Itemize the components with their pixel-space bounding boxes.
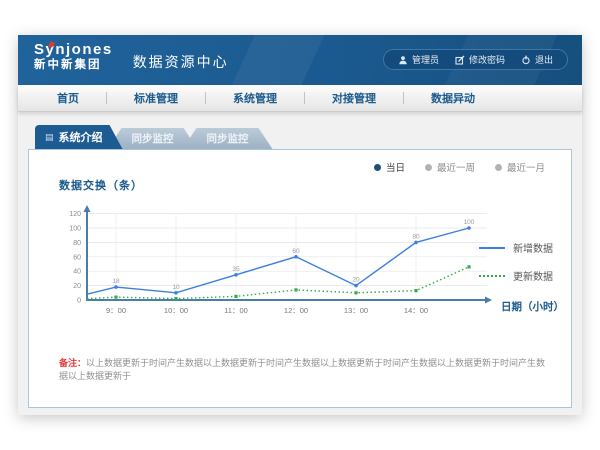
nav-item-4[interactable]: 数据异动 <box>404 90 502 106</box>
grid <box>87 214 487 300</box>
nav-item-2[interactable]: 系统管理 <box>206 90 304 106</box>
svg-text:10: 10 <box>172 284 180 291</box>
legend-item-1: 更新数据 <box>479 268 553 283</box>
footnote: 备注：以上数据更新于时间产生数据以上数据更新于时间产生数据以上数据更新于时间产生… <box>59 357 551 382</box>
filter-label: 当日 <box>386 160 405 174</box>
svg-text:100: 100 <box>69 226 81 233</box>
radio-icon <box>495 164 502 171</box>
line-chart-svg: 0 20 40 60 80 100 120 9：00 10：00 11：00 12：00 13：00 1… <box>57 196 502 328</box>
document-icon: ▤ <box>45 132 54 143</box>
svg-text:60: 60 <box>292 248 300 255</box>
logo: Synjones 新中新集团 <box>34 42 113 71</box>
svg-text:20: 20 <box>352 277 360 284</box>
radio-selected-icon <box>374 164 381 171</box>
tab-1[interactable]: 同步监控 <box>108 128 198 149</box>
chart-legend: 新增数据更新数据 <box>479 240 553 283</box>
svg-text:20: 20 <box>73 283 81 290</box>
filter-label: 最近一月 <box>507 160 545 174</box>
y-axis-title: 数据交换（条） <box>59 177 143 193</box>
svg-text:120: 120 <box>69 211 81 218</box>
page-title: 数据资源中心 <box>133 52 229 72</box>
svg-text:100: 100 <box>464 219 475 226</box>
edit-icon <box>455 55 465 65</box>
legend-line-sample <box>479 275 505 277</box>
filter-label: 最近一周 <box>437 160 475 174</box>
tab-label: 同步监控 <box>207 131 249 146</box>
range-filter-1[interactable]: 最近一周 <box>425 160 475 174</box>
range-filter-2[interactable]: 最近一月 <box>495 160 545 174</box>
logo-company: 新中新集团 <box>34 59 113 72</box>
nav-item-0[interactable]: 首页 <box>30 90 106 106</box>
user-menu-label: 修改密码 <box>469 53 505 66</box>
app-window: Synjones 新中新集团 数据资源中心 管理员修改密码退出 首页标准管理系统… <box>18 35 582 415</box>
legend-label: 更新数据 <box>513 268 553 283</box>
chart-panel: 当日 最近一周 最近一月 数据交换（条） 0 20 40 60 80 100 120 9：00 10… <box>28 149 572 408</box>
radio-icon <box>425 164 432 171</box>
svg-text:40: 40 <box>73 269 81 276</box>
tab-label: 系统介绍 <box>59 129 103 145</box>
svg-text:18: 18 <box>112 278 120 285</box>
svg-text:0: 0 <box>77 298 81 305</box>
user-menu-label: 管理员 <box>412 53 439 66</box>
tab-label: 同步监控 <box>132 131 174 146</box>
x-axis-title: 日期（小时） <box>501 299 564 314</box>
range-filter-0[interactable]: 当日 <box>374 160 405 174</box>
legend-item-0: 新增数据 <box>479 240 553 255</box>
power-icon <box>521 55 531 65</box>
series-1 <box>87 265 471 300</box>
svg-text:80: 80 <box>412 233 420 240</box>
svg-text:12：00: 12：00 <box>284 306 308 315</box>
user-menu-label: 退出 <box>535 53 553 66</box>
main-nav: 首页标准管理系统管理对接管理数据异动 <box>18 85 582 112</box>
svg-text:80: 80 <box>73 240 81 247</box>
user-menu-item-0[interactable]: 管理员 <box>398 53 439 66</box>
svg-text:11：00: 11：00 <box>224 306 248 315</box>
svg-text:10：00: 10：00 <box>164 306 188 315</box>
nav-item-3[interactable]: 对接管理 <box>305 90 403 106</box>
svg-text:13：00: 13：00 <box>344 306 368 315</box>
tab-bar: ▤ 系统介绍 同步监控 同步监控 <box>35 125 273 149</box>
svg-text:14：00: 14：00 <box>404 306 428 315</box>
logo-brand: Synjones <box>34 42 113 59</box>
legend-label: 新增数据 <box>513 240 553 255</box>
nav-item-1[interactable]: 标准管理 <box>107 90 205 106</box>
legend-line-sample <box>479 247 505 249</box>
user-menu-item-2[interactable]: 退出 <box>521 53 553 66</box>
tab-2[interactable]: 同步监控 <box>183 128 273 149</box>
tab-0[interactable]: ▤ 系统介绍 <box>35 125 123 149</box>
svg-text:60: 60 <box>73 254 81 261</box>
svg-text:9：00: 9：00 <box>106 306 126 315</box>
user-menu-item-1[interactable]: 修改密码 <box>455 53 505 66</box>
axes <box>84 205 493 304</box>
user-menu: 管理员 修改密码 退出 <box>383 49 568 70</box>
svg-text:35: 35 <box>232 266 240 273</box>
page: Synjones 新中新集团 数据资源中心 管理员修改密码退出 首页标准管理系统… <box>0 0 600 450</box>
user-icon <box>398 55 408 65</box>
app-header: Synjones 新中新集团 数据资源中心 管理员 修改密码 退出 <box>18 35 582 85</box>
footnote-prefix: 备注： <box>59 358 86 368</box>
content-area: ▤ 系统介绍 同步监控 同步监控 当日 最近一周 最近一月 数据交换（条） 0 20 40 60… <box>18 112 582 415</box>
footnote-text: 以上数据更新于时间产生数据以上数据更新于时间产生数据以上数据更新于时间产生数据以… <box>59 358 545 381</box>
range-filter-group: 当日 最近一周 最近一月 <box>374 160 545 174</box>
